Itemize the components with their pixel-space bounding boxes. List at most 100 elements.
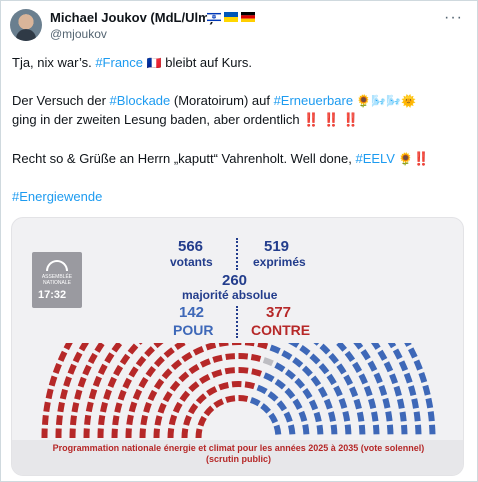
hemicycle-seat-chart	[41, 343, 436, 438]
author-avatar[interactable]	[10, 9, 42, 41]
text-segment: ging in der zweiten Lesung baden, aber o…	[12, 112, 304, 127]
seat-mark	[74, 389, 83, 400]
seat-mark	[57, 350, 68, 362]
seat-mark	[138, 376, 149, 389]
seat-mark	[128, 401, 138, 413]
seat-mark	[84, 414, 92, 426]
more-options-button[interactable]: ···	[444, 9, 463, 27]
author-name[interactable]: Michael Joukov (MdL/Ulm)	[50, 10, 214, 25]
seat-mark	[427, 411, 435, 422]
seat-mark	[199, 358, 211, 368]
seat-mark	[181, 428, 189, 438]
text-segment: (Moratoirum) auf	[170, 93, 274, 108]
seat-mark	[368, 398, 377, 409]
separator	[236, 238, 238, 270]
contre-label: CONTRE	[251, 322, 311, 338]
seat-mark	[127, 343, 139, 355]
seat-mark	[262, 357, 274, 367]
seat-mark	[132, 388, 143, 401]
seat-mark	[87, 352, 98, 364]
seat-mark	[318, 363, 330, 375]
seat-mark	[188, 403, 199, 415]
seat-mark	[389, 373, 399, 385]
seat-mark	[342, 410, 351, 422]
seat-mark	[213, 398, 225, 409]
ukraine-flag-icon	[224, 12, 238, 22]
germany-flag-icon	[241, 12, 255, 22]
seat-mark	[153, 343, 164, 349]
seat-mark	[63, 343, 73, 351]
seat-mark	[72, 351, 83, 363]
seat-mark	[183, 414, 192, 426]
exclamation-emoji: ‼️	[413, 151, 430, 166]
seat-mark	[281, 350, 293, 361]
seat-mark	[205, 343, 217, 351]
hashtag-erneuerbare[interactable]: #Erneuerbare	[274, 93, 354, 108]
seat-mark	[197, 415, 207, 427]
seat-mark	[316, 424, 324, 435]
seat-mark	[418, 371, 428, 383]
seat-mark	[413, 359, 423, 371]
tweet-card: Michael Joukov (MdL/Ulm) @mjoukov ··· Tj…	[0, 0, 478, 482]
seat-mark	[70, 415, 77, 426]
seat-mark	[119, 353, 131, 366]
seat-mark	[413, 411, 421, 422]
tweet-line-3: ging in der zweiten Lesung baden, aber o…	[12, 110, 470, 129]
seat-mark	[42, 414, 49, 425]
hashtag-france[interactable]: #France	[95, 55, 143, 70]
seat-mark	[181, 351, 193, 363]
seat-mark	[288, 343, 300, 348]
seat-mark	[225, 353, 236, 360]
seat-mark	[338, 397, 348, 409]
dome-icon	[46, 260, 68, 271]
seat-mark	[179, 390, 191, 402]
seat-mark	[292, 398, 303, 410]
hashtag-energiewende[interactable]: #Energiewende	[12, 189, 102, 204]
seat-mark	[174, 343, 186, 350]
seat-mark	[344, 350, 356, 363]
seat-mark	[147, 389, 158, 402]
text-segment: Tja, nix war’s.	[12, 55, 96, 70]
seat-mark	[188, 381, 200, 393]
seat-mark	[167, 427, 175, 438]
author-flags	[207, 12, 255, 22]
seat-mark	[218, 382, 230, 391]
seat-mark	[336, 363, 347, 375]
seat-mark	[97, 363, 108, 376]
seat-mark	[82, 364, 92, 376]
seat-mark	[399, 411, 407, 422]
seat-mark	[162, 391, 173, 403]
seat-mark	[195, 428, 203, 438]
seat-mark	[284, 369, 296, 380]
seat-mark	[367, 360, 378, 372]
seat-mark	[212, 354, 223, 363]
seat-mark	[299, 345, 311, 356]
seat-mark	[57, 401, 65, 413]
tweet-line-2: Der Versuch der #Blockade (Moratoirum) a…	[12, 91, 470, 111]
seat-mark	[377, 349, 388, 361]
seat-mark	[251, 368, 262, 377]
vote-result-image[interactable]: ASSEMBLÉE NATIONALE 17:32 566 votants 51…	[11, 217, 464, 476]
majorite-label: majorité absolue	[182, 288, 278, 302]
tweet-line-5: #Energiewende	[12, 187, 470, 206]
exclamation-emojis: ‼️ ‼️ ‼️	[303, 112, 360, 127]
seat-mark	[319, 343, 331, 355]
seat-mark	[169, 380, 181, 392]
hashtag-blockade[interactable]: #Blockade	[110, 93, 171, 108]
seat-mark	[323, 398, 333, 410]
hashtag-eelv[interactable]: #EELV	[355, 151, 395, 166]
seat-mark	[284, 387, 296, 400]
seat-mark	[192, 346, 205, 356]
logo-text: ASSEMBLÉE NATIONALE	[41, 274, 73, 286]
author-handle[interactable]: @mjoukov	[50, 27, 107, 41]
seat-mark	[267, 391, 279, 402]
seat-mark	[268, 412, 279, 424]
seat-mark	[353, 398, 362, 410]
seat-mark	[203, 405, 215, 417]
seat-mark	[273, 424, 282, 435]
seat-mark	[344, 424, 352, 435]
seat-mark	[140, 415, 149, 426]
contre-count: 377	[266, 304, 292, 321]
text-segment: bleibt auf Kurs.	[161, 55, 252, 70]
seat-mark	[168, 414, 178, 426]
